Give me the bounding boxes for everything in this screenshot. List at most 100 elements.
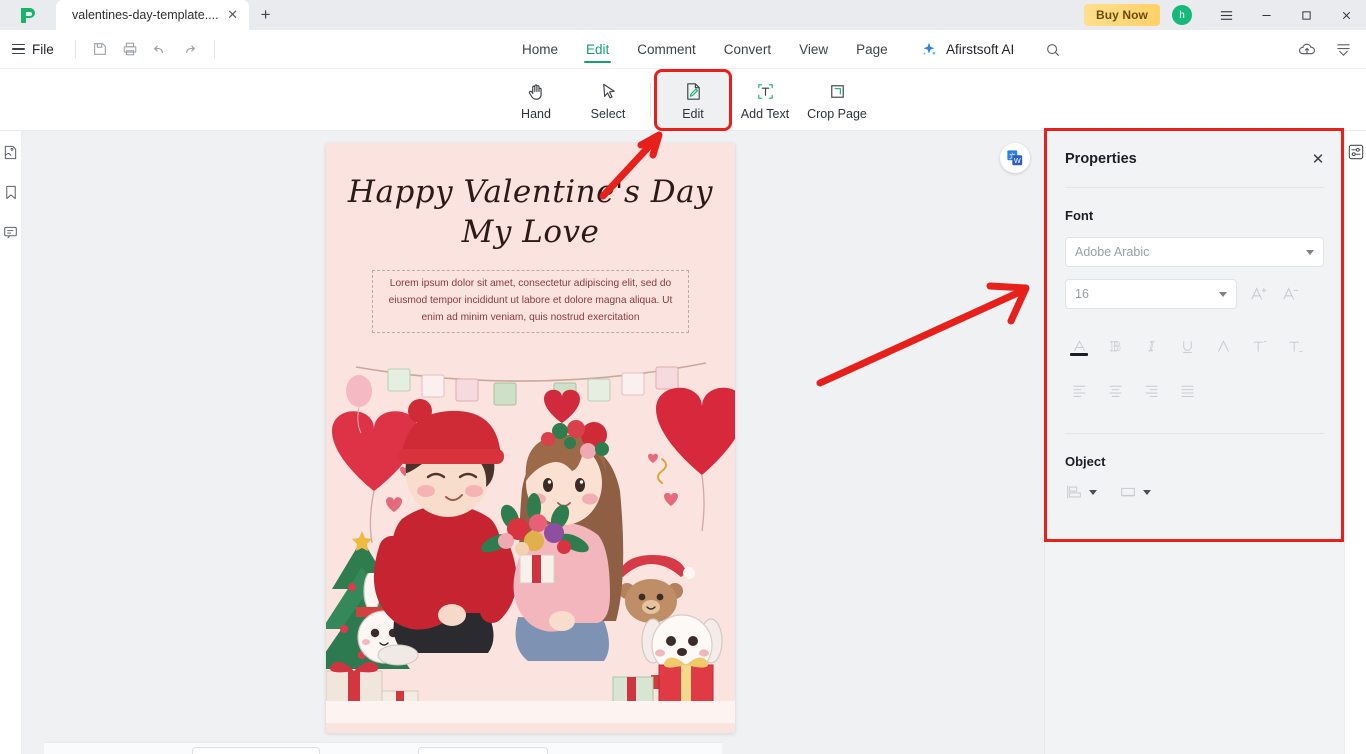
cursor-icon: [598, 80, 619, 104]
properties-toggle-icon[interactable]: [1347, 143, 1365, 161]
underline-icon[interactable]: [1169, 331, 1205, 361]
hand-tool-button[interactable]: Hand: [500, 72, 572, 128]
redo-glyph: [186, 45, 196, 53]
arrange-objects-button[interactable]: [1119, 483, 1151, 501]
properties-header: Properties ✕: [1045, 131, 1344, 187]
cloud-upload-glyph: [1298, 43, 1315, 54]
chevron-down-icon: [1219, 291, 1227, 297]
font-size-select[interactable]: 16: [1065, 279, 1237, 309]
file-menu-button[interactable]: File: [0, 42, 66, 57]
workspace: Happy Valentine's Day My Love Lorem ipsu…: [0, 131, 1366, 754]
avatar[interactable]: h: [1172, 5, 1192, 25]
document-canvas[interactable]: Happy Valentine's Day My Love Lorem ipsu…: [22, 131, 1044, 754]
crop-icon: [827, 80, 848, 104]
collapse-glyph: [1336, 44, 1350, 56]
tab-convert[interactable]: Convert: [710, 30, 785, 69]
font-family-value: Adobe Arabic: [1075, 245, 1150, 259]
print-glyph: [123, 42, 137, 56]
bold-icon[interactable]: B: [1097, 331, 1133, 361]
add-text-tool-button[interactable]: Add Text: [729, 72, 801, 128]
superscript-icon[interactable]: [1241, 331, 1277, 361]
align-justify-icon[interactable]: [1169, 375, 1205, 405]
undo-icon[interactable]: [145, 34, 175, 64]
print-icon[interactable]: [115, 34, 145, 64]
comment-icon[interactable]: [2, 223, 20, 241]
card-heading-line2: My Love: [461, 213, 600, 250]
page-bottom-bar: [44, 742, 722, 754]
ribbon-tool-group: Hand Select Edit Add Text Crop Page: [500, 69, 873, 131]
italic-icon[interactable]: I: [1133, 331, 1169, 361]
subscript-icon[interactable]: [1277, 331, 1313, 361]
thumbnail-icon[interactable]: [2, 143, 20, 161]
hand-icon: [526, 80, 547, 104]
bookmark-icon[interactable]: [2, 183, 20, 201]
object-section-label: Object: [1065, 454, 1106, 469]
menu-bar: File Home Edit Comment Convert View Page…: [0, 30, 1366, 69]
collapse-ribbon-icon[interactable]: [1328, 35, 1358, 65]
align-right-icon[interactable]: [1133, 375, 1169, 405]
decrease-font-size-icon[interactable]: [1279, 283, 1301, 305]
font-family-select[interactable]: Adobe Arabic: [1065, 237, 1324, 267]
buy-now-button[interactable]: Buy Now: [1083, 4, 1160, 26]
font-section-label: Font: [1065, 208, 1094, 223]
text-format-row: B I: [1061, 331, 1328, 361]
font-size-value: 16: [1075, 287, 1089, 301]
translate-to-word-icon: 文 W: [1007, 150, 1023, 165]
translate-to-word-button[interactable]: 文 W: [1000, 143, 1030, 173]
tab-view[interactable]: View: [785, 30, 842, 69]
left-sidebar: [0, 131, 22, 754]
ai-label: Afirstsoft AI: [946, 42, 1015, 57]
undo-glyph: [154, 45, 164, 53]
bottom-control-right[interactable]: [418, 747, 548, 754]
cloud-upload-icon[interactable]: [1292, 35, 1322, 65]
chevron-down-icon: [1143, 489, 1151, 495]
strikethrough-icon[interactable]: [1205, 331, 1241, 361]
toolbar-divider: [74, 40, 76, 58]
document-tab[interactable]: valentines-day-template.... ✕: [56, 0, 249, 30]
tab-home[interactable]: Home: [508, 30, 572, 69]
close-icon: [1342, 11, 1350, 19]
maximize-button[interactable]: [1286, 0, 1326, 30]
pdf-page[interactable]: Happy Valentine's Day My Love Lorem ipsu…: [326, 143, 735, 733]
bottom-control-left[interactable]: [192, 747, 320, 754]
new-tab-button[interactable]: +: [249, 0, 283, 30]
text-align-row: [1061, 375, 1328, 405]
font-size-row: 16: [1065, 279, 1324, 309]
object-tools-row: [1065, 483, 1324, 501]
tab-comment[interactable]: Comment: [623, 30, 710, 69]
search-button[interactable]: [1045, 30, 1061, 69]
svg-text:I: I: [1147, 339, 1154, 354]
align-objects-icon: [1067, 485, 1081, 499]
ribbon-toolbar: Hand Select Edit Add Text Crop Page: [0, 69, 1366, 131]
card-body-textbox[interactable]: Lorem ipsum dolor sit amet, consectetur …: [372, 270, 689, 333]
align-objects-button[interactable]: [1065, 483, 1097, 501]
minimize-button[interactable]: [1246, 0, 1286, 30]
ribbon-divider: [650, 83, 651, 117]
redo-icon[interactable]: [175, 34, 205, 64]
right-sidebar: [1344, 131, 1366, 754]
card-heading: Happy Valentine's Day My Love: [326, 143, 735, 252]
afirstsoft-ai-button[interactable]: Afirstsoft AI: [920, 30, 1014, 69]
menu-tabs: Home Edit Comment Convert View Page: [508, 30, 902, 69]
align-center-icon[interactable]: [1097, 375, 1133, 405]
close-icon[interactable]: ✕: [225, 7, 241, 23]
align-left-icon[interactable]: [1061, 375, 1097, 405]
tab-page[interactable]: Page: [842, 30, 902, 69]
window-controls-group: Buy Now h: [1083, 0, 1366, 30]
app-logo: [0, 0, 56, 30]
add-text-tool-label: Add Text: [740, 106, 790, 121]
close-window-button[interactable]: [1326, 0, 1366, 30]
select-tool-button[interactable]: Select: [572, 72, 644, 128]
font-color-icon[interactable]: [1061, 331, 1097, 361]
hand-tool-label: Hand: [521, 106, 551, 121]
edit-tool-label: Edit: [682, 106, 704, 121]
app-menu-icon[interactable]: [1206, 0, 1246, 30]
crop-page-tool-button[interactable]: Crop Page: [801, 72, 873, 128]
increase-font-size-icon[interactable]: [1247, 283, 1269, 305]
close-icon[interactable]: ✕: [1308, 149, 1328, 169]
tab-edit[interactable]: Edit: [572, 30, 623, 69]
edit-tool-button[interactable]: Edit: [654, 69, 732, 131]
save-glyph: [93, 43, 106, 55]
document-tab-label: valentines-day-template....: [72, 8, 219, 22]
save-icon[interactable]: [85, 34, 115, 64]
